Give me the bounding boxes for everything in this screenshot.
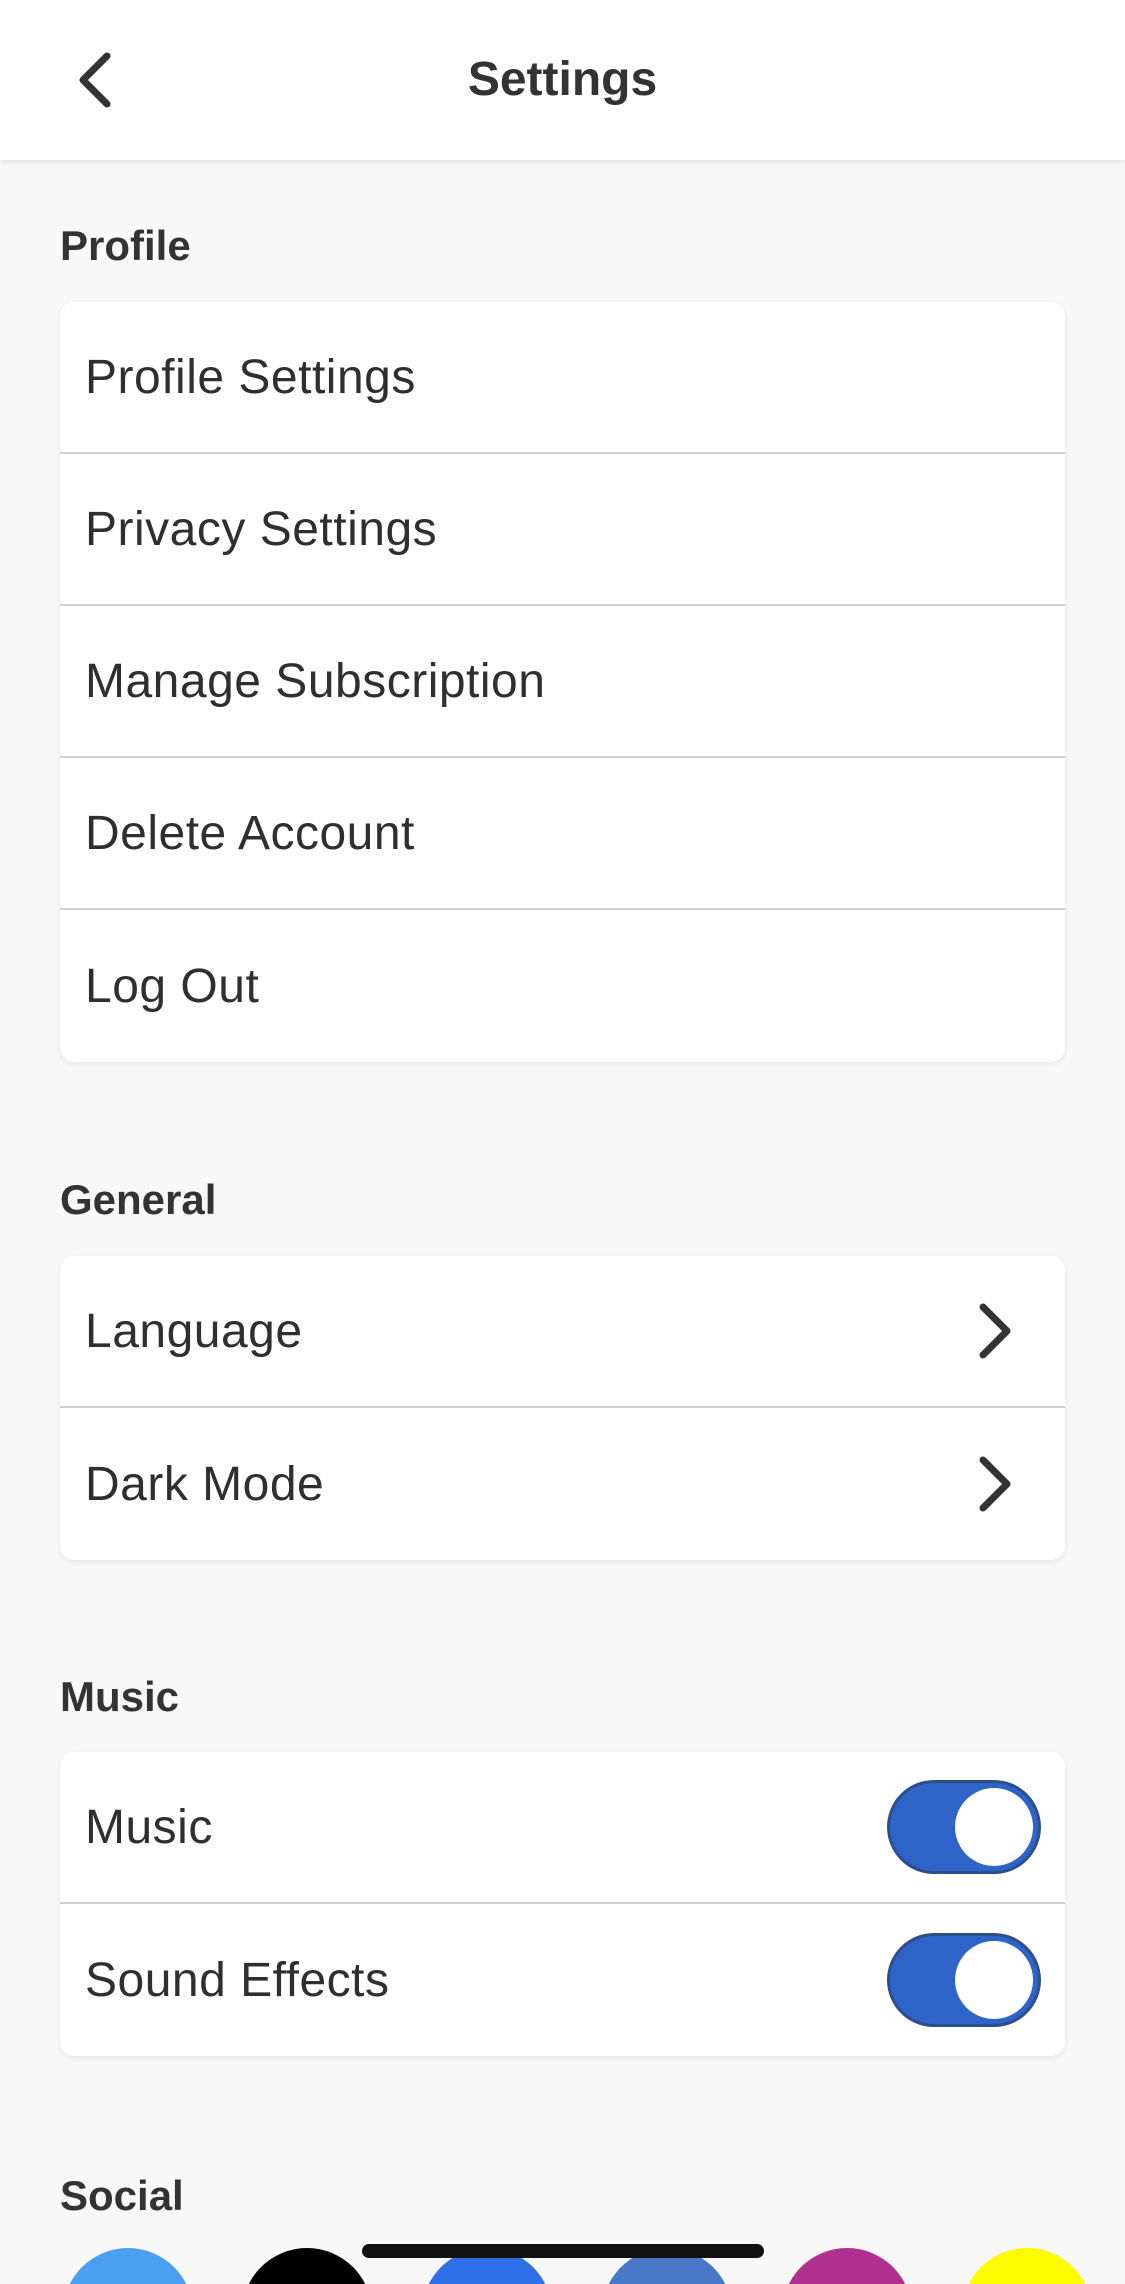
sound-effects-toggle[interactable] bbox=[887, 1933, 1041, 2027]
delete-account-item[interactable]: Delete Account bbox=[60, 758, 1065, 910]
item-label: Privacy Settings bbox=[85, 502, 438, 556]
item-label: Music bbox=[85, 1800, 213, 1854]
item-label: Dark Mode bbox=[85, 1457, 325, 1511]
item-label: Log Out bbox=[85, 959, 260, 1013]
tiktok-icon[interactable] bbox=[242, 2248, 372, 2284]
profile-settings-item[interactable]: Profile Settings bbox=[60, 302, 1065, 454]
music-card: Music Sound Effects bbox=[60, 1752, 1065, 2056]
manage-subscription-item[interactable]: Manage Subscription bbox=[60, 606, 1065, 758]
section-title-social: Social bbox=[60, 2172, 184, 2219]
top-bar: Settings bbox=[0, 0, 1125, 160]
general-card: Language Dark Mode bbox=[60, 1256, 1065, 1560]
sound-effects-item: Sound Effects bbox=[60, 1904, 1065, 2056]
page-title: Settings bbox=[467, 53, 658, 106]
chevron-right-icon bbox=[979, 1456, 1011, 1512]
instagram-icon[interactable] bbox=[782, 2248, 912, 2284]
home-indicator bbox=[362, 2244, 764, 2258]
toggle-knob bbox=[955, 1788, 1033, 1866]
section-title-general: General bbox=[60, 1176, 217, 1223]
item-label: Delete Account bbox=[85, 806, 415, 860]
privacy-settings-item[interactable]: Privacy Settings bbox=[60, 454, 1065, 606]
chevron-right-icon bbox=[979, 1303, 1011, 1359]
toggle-knob bbox=[955, 1941, 1033, 2019]
twitter-icon[interactable] bbox=[63, 2248, 193, 2284]
dark-mode-item[interactable]: Dark Mode bbox=[60, 1408, 1065, 1560]
language-item[interactable]: Language bbox=[60, 1256, 1065, 1408]
section-title-profile: Profile bbox=[60, 222, 191, 269]
item-label: Profile Settings bbox=[85, 350, 416, 404]
section-title-music: Music bbox=[60, 1673, 180, 1720]
music-item: Music bbox=[60, 1752, 1065, 1904]
item-label: Manage Subscription bbox=[85, 654, 546, 708]
profile-card: Profile Settings Privacy Settings Manage… bbox=[60, 302, 1065, 1062]
snapchat-icon[interactable] bbox=[962, 2248, 1092, 2284]
item-label: Language bbox=[85, 1304, 303, 1358]
log-out-item[interactable]: Log Out bbox=[60, 910, 1065, 1062]
item-label: Sound Effects bbox=[85, 1953, 390, 2007]
settings-screen: Settings Profile Profile Settings Privac… bbox=[0, 0, 1125, 2284]
music-toggle[interactable] bbox=[887, 1780, 1041, 1874]
